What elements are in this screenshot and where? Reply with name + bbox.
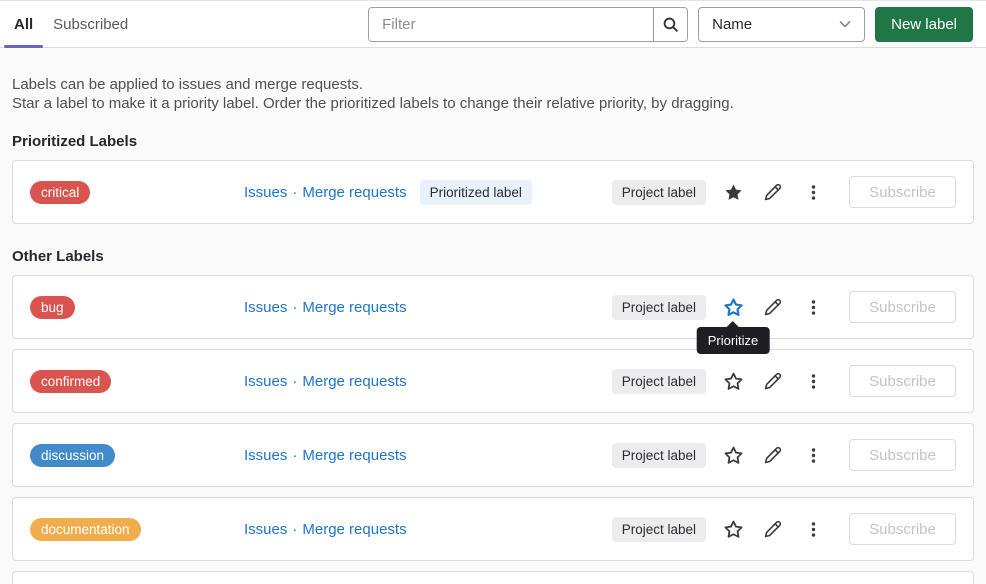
label-links: Issues · Merge requests	[244, 299, 407, 316]
label-links: Issues · Merge requests	[244, 521, 407, 538]
link-separator: ·	[292, 447, 297, 464]
label-badge-critical[interactable]: critical	[30, 181, 90, 204]
label-row-discussion: discussion Issues · Merge requests Project…	[12, 423, 974, 487]
toolbar-controls: Name New label	[368, 7, 973, 42]
search-icon	[662, 16, 679, 33]
sort-dropdown[interactable]: Name	[698, 7, 865, 42]
description-line-1: Labels can be applied to issues and merg…	[12, 75, 974, 94]
kebab-menu-icon	[805, 521, 822, 538]
merge-requests-link[interactable]: Merge requests	[302, 299, 406, 316]
edit-label-button[interactable]	[760, 294, 786, 320]
label-row-partial	[12, 571, 974, 584]
merge-requests-link[interactable]: Merge requests	[302, 521, 406, 538]
search-button[interactable]	[653, 8, 687, 41]
label-links: Issues · Merge requests	[244, 184, 407, 201]
kebab-menu-icon	[805, 447, 822, 464]
edit-label-button[interactable]	[760, 442, 786, 468]
subscribe-button[interactable]: Subscribe	[849, 513, 956, 545]
tab-subscribed[interactable]: Subscribed	[43, 1, 138, 47]
star-outline-icon	[724, 298, 743, 317]
filter-input[interactable]	[369, 8, 653, 41]
description-line-2: Star a label to make it a priority label…	[12, 94, 974, 113]
label-actions-menu-button[interactable]	[800, 516, 826, 542]
labels-tabs: All Subscribed	[4, 1, 138, 47]
issues-link[interactable]: Issues	[244, 299, 287, 316]
new-label-button[interactable]: New label	[875, 7, 973, 42]
star-outline-icon	[724, 372, 743, 391]
project-label-badge: Project label	[612, 295, 706, 320]
edit-label-button[interactable]	[760, 179, 786, 205]
prioritize-star-button[interactable]	[720, 368, 746, 394]
label-actions-menu-button[interactable]	[800, 368, 826, 394]
unprioritize-star-button[interactable]	[720, 179, 746, 205]
project-label-badge: Project label	[612, 180, 706, 205]
label-row-critical: critical Issues · Merge requests Prioritiz…	[12, 160, 974, 224]
label-actions-menu-button[interactable]	[800, 179, 826, 205]
kebab-menu-icon	[805, 299, 822, 316]
label-links: Issues · Merge requests	[244, 373, 407, 390]
sort-dropdown-value: Name	[712, 16, 752, 33]
pencil-icon	[764, 183, 782, 201]
labels-toolbar: All Subscribed Name New lab	[0, 0, 986, 48]
link-separator: ·	[292, 299, 297, 316]
issues-link[interactable]: Issues	[244, 184, 287, 201]
edit-label-button[interactable]	[760, 516, 786, 542]
star-filled-icon	[724, 183, 743, 202]
label-row-bug: bug Issues·Merge requests Project label …	[12, 275, 974, 339]
subscribe-button[interactable]: Subscribe	[849, 176, 956, 208]
label-badge-bug[interactable]: bug	[30, 296, 75, 319]
chevron-down-icon	[839, 20, 851, 29]
prioritize-star-button[interactable]	[720, 442, 746, 468]
star-outline-icon	[724, 520, 743, 539]
pencil-icon	[764, 520, 782, 538]
issues-link[interactable]: Issues	[244, 373, 287, 390]
subscribe-button[interactable]: Subscribe	[849, 365, 956, 397]
label-links: Issues · Merge requests	[244, 447, 407, 464]
pencil-icon	[764, 298, 782, 316]
labels-content: Labels can be applied to issues and merg…	[0, 48, 986, 584]
label-badge-confirmed[interactable]: confirmed	[30, 370, 111, 393]
prioritized-label-badge: Prioritized label	[420, 180, 532, 205]
label-badge-discussion[interactable]: discussion	[30, 444, 115, 467]
label-row-confirmed: confirmed Issues · Merge requests Project …	[12, 349, 974, 413]
merge-requests-link[interactable]: Merge requests	[302, 373, 406, 390]
merge-requests-link[interactable]: Merge requests	[302, 184, 406, 201]
project-label-badge: Project label	[612, 369, 706, 394]
tab-all[interactable]: All	[4, 1, 43, 47]
project-label-badge: Project label	[612, 517, 706, 542]
prioritize-tooltip: Prioritize	[697, 327, 770, 354]
link-separator: ·	[292, 184, 297, 201]
prioritize-star-button[interactable]	[720, 516, 746, 542]
issues-link[interactable]: Issues	[244, 447, 287, 464]
link-separator: ·	[292, 373, 297, 390]
label-actions-menu-button[interactable]	[800, 442, 826, 468]
label-badge-documentation[interactable]: documentation	[30, 518, 141, 541]
prioritized-labels-heading: Prioritized Labels	[12, 133, 974, 150]
label-actions-menu-button[interactable]	[800, 294, 826, 320]
prioritize-star-button[interactable]: Prioritize	[720, 294, 746, 320]
other-labels-heading: Other Labels	[12, 248, 974, 265]
filter-group	[368, 7, 688, 42]
subscribe-button[interactable]: Subscribe	[849, 291, 956, 323]
edit-label-button[interactable]	[760, 368, 786, 394]
link-separator: ·	[292, 521, 297, 538]
subscribe-button[interactable]: Subscribe	[849, 439, 956, 471]
project-label-badge: Project label	[612, 443, 706, 468]
pencil-icon	[764, 372, 782, 390]
label-row-documentation: documentation Issues · Merge requests Proj…	[12, 497, 974, 561]
kebab-menu-icon	[805, 373, 822, 390]
star-outline-icon	[724, 446, 743, 465]
labels-description: Labels can be applied to issues and merg…	[12, 75, 974, 113]
merge-requests-link[interactable]: Merge requests	[302, 447, 406, 464]
issues-link[interactable]: Issues	[244, 521, 287, 538]
kebab-menu-icon	[805, 184, 822, 201]
pencil-icon	[764, 446, 782, 464]
